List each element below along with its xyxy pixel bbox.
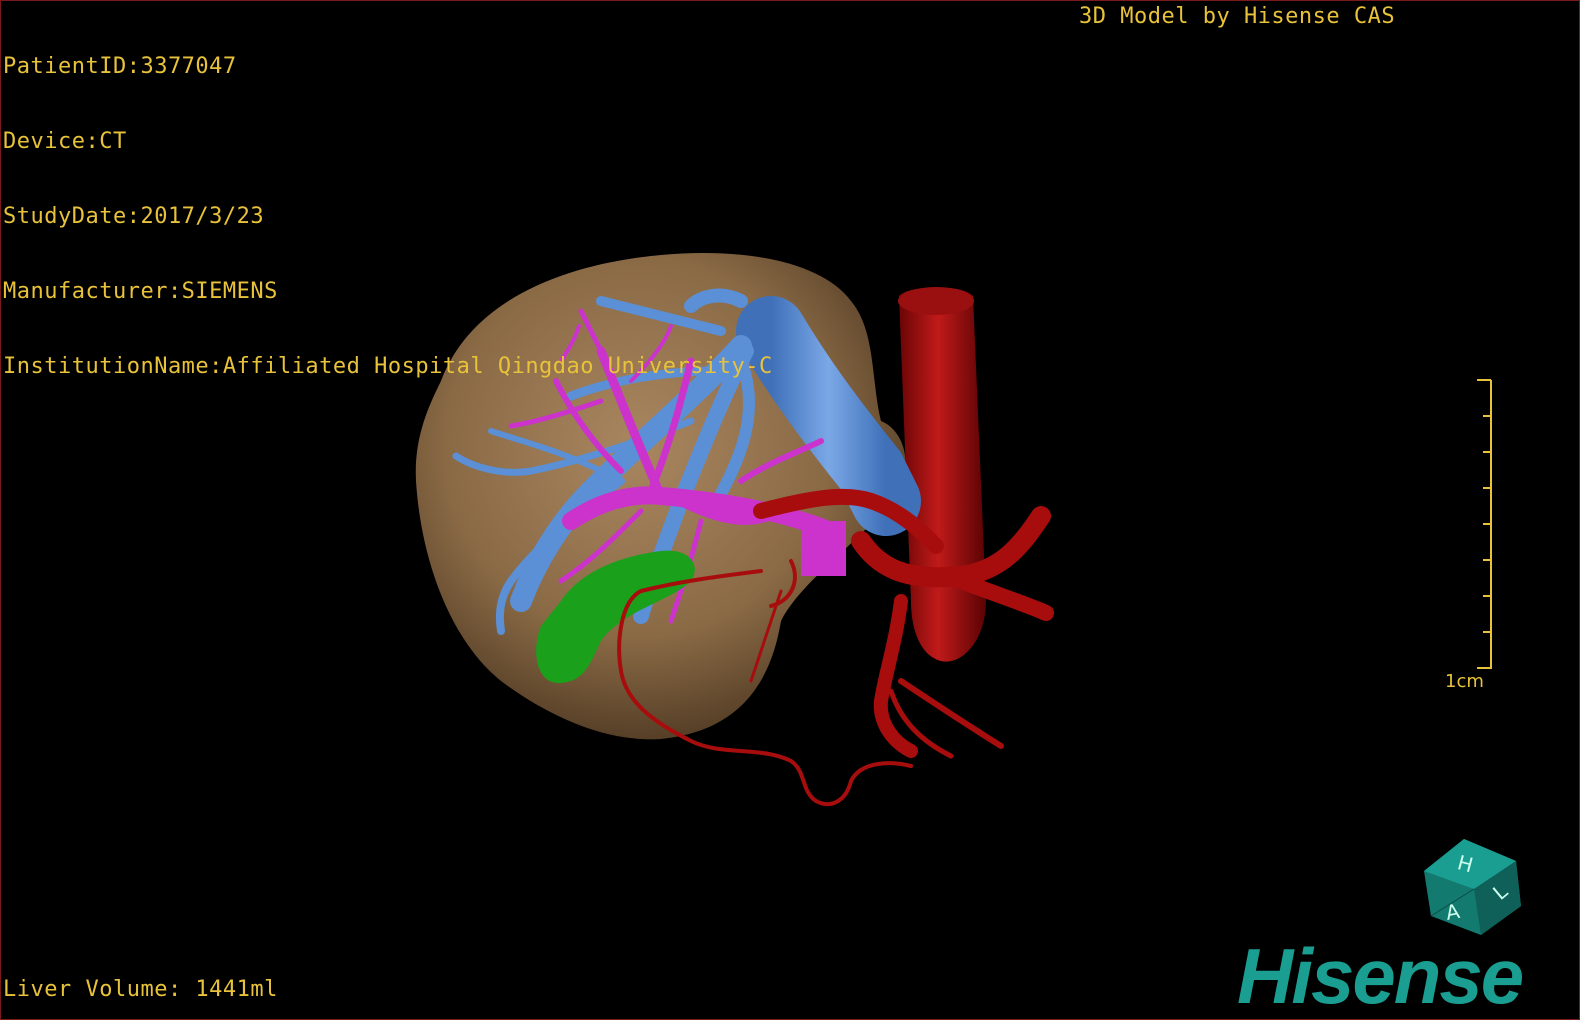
device-text: Device:CT (3, 129, 127, 154)
scale-bar (1477, 379, 1492, 669)
dicom-info-panel: PatientID:3377047 Device:CT StudyDate:20… (3, 4, 773, 429)
liver-volume-text: Liver Volume: 1441ml (3, 977, 278, 1002)
institution-text: InstitutionName:Affiliated Hospital Qing… (3, 354, 773, 379)
study-date-text: StudyDate:2017/3/23 (3, 204, 265, 229)
model-credit: 3D Model by Hisense CAS (1079, 4, 1396, 29)
orientation-cube-icon[interactable]: H L A (1416, 831, 1526, 941)
patient-id-text: PatientID:3377047 (3, 54, 237, 79)
scale-bar-label: 1cm (1445, 671, 1484, 692)
manufacturer-text: Manufacturer:SIEMENS (3, 279, 278, 304)
3d-viewport[interactable]: PatientID:3377047 Device:CT StudyDate:20… (0, 0, 1580, 1020)
hisense-logo: Hisense (1237, 932, 1524, 1020)
